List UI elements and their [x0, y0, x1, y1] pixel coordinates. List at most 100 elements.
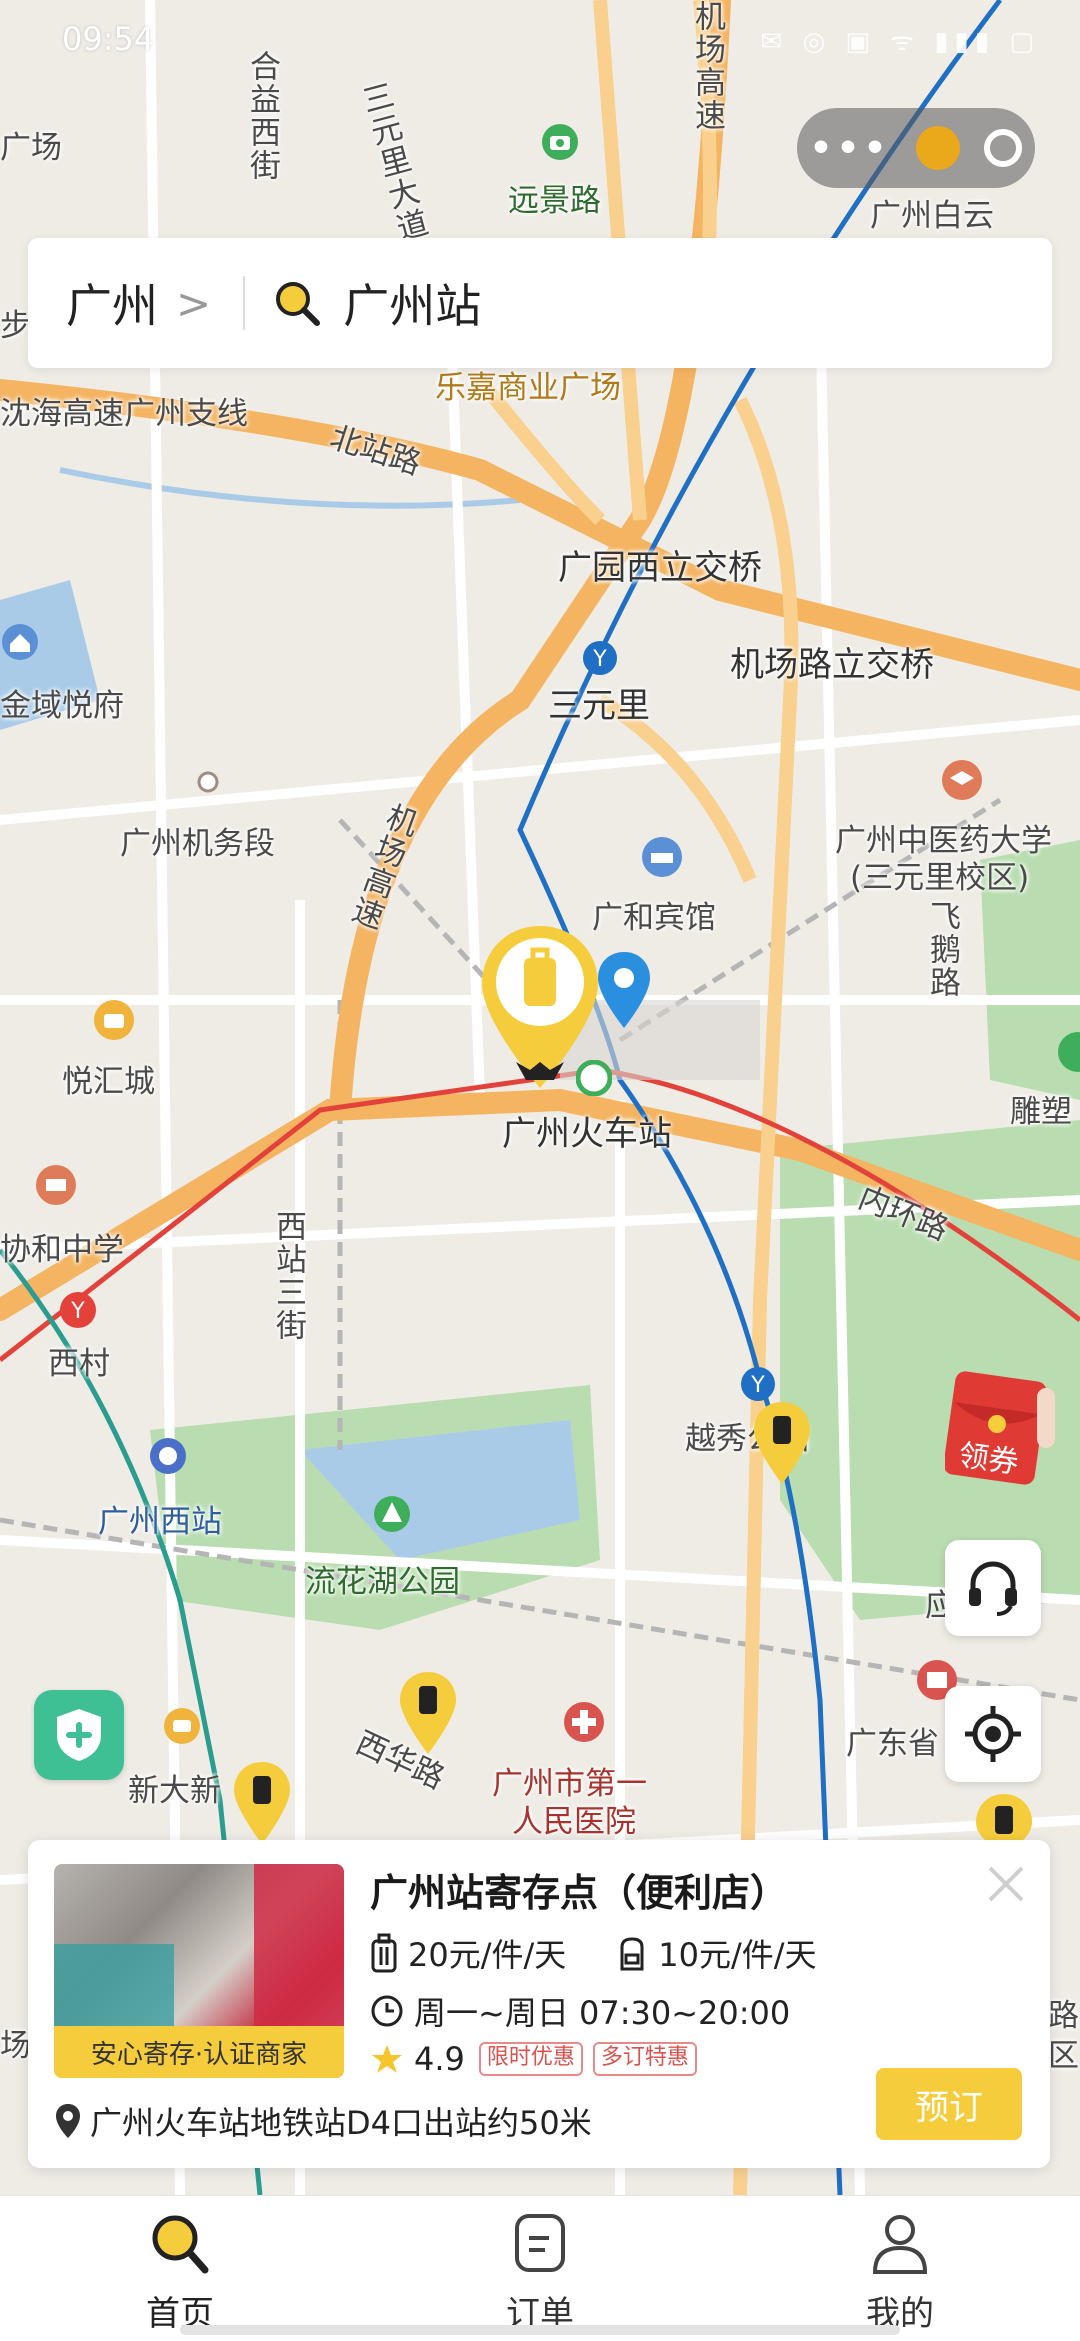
map-label: (三元里校区): [850, 860, 1030, 896]
map-label: 广州西站: [98, 1504, 222, 1540]
map-label: 人民医院: [512, 1804, 636, 1840]
svg-text:Y: Y: [70, 1299, 85, 1324]
map-label: 路: [1048, 1998, 1079, 2034]
map-label: 雕塑: [1010, 1094, 1072, 1130]
rating-row: 4.9 限时优惠 多订特惠: [370, 2040, 697, 2078]
map-label: 流花湖公园: [305, 1564, 460, 1600]
coupon-button[interactable]: 领券: [943, 1368, 1055, 1486]
hotel-poi-icon: [642, 837, 682, 877]
map-label: 广州白云: [870, 198, 994, 234]
rating-value: 4.9: [414, 2040, 465, 2078]
map-label: 西站三街: [270, 1210, 306, 1342]
location-pin-icon: [598, 952, 650, 1028]
mall-poi-icon: [94, 1000, 134, 1040]
book-button[interactable]: 预订: [876, 2068, 1022, 2140]
business-hours: 周一~周日 07:30~20:00: [414, 1994, 791, 2032]
luggage-marker-icon[interactable]: [398, 1670, 458, 1756]
metro-station-icon: Y: [583, 641, 617, 675]
coupon-label: 领券: [956, 1437, 1021, 1481]
map-label: 步: [0, 308, 31, 344]
store-card[interactable]: 安心寄存·认证商家 广州站寄存点（便利店） 20元/件/天 10元/件/天 周一…: [28, 1840, 1050, 2168]
map-label: 新大新: [128, 1773, 221, 1809]
hours-row: 周一~周日 07:30~20:00: [370, 1988, 790, 2034]
map-label: 三元里: [548, 686, 650, 726]
map-label: 广州机务段: [120, 826, 275, 862]
map-label: 广和宾馆: [592, 900, 716, 936]
hospital-poi-icon: [564, 1702, 604, 1742]
locate-me-button[interactable]: [945, 1686, 1041, 1782]
school-poi-icon: [942, 760, 982, 800]
selected-luggage-marker-icon[interactable]: [478, 922, 602, 1092]
svg-text:Y: Y: [750, 1373, 765, 1398]
tab-profile[interactable]: 我的: [810, 2210, 990, 2335]
suitcase-icon: [371, 1933, 397, 1973]
tab-orders[interactable]: 订单: [450, 2210, 630, 2335]
map-label: 沈海高速广州支线: [0, 396, 248, 432]
user-icon: [872, 2215, 928, 2274]
clock-icon: [371, 1995, 403, 2027]
school-poi-icon: [36, 1165, 76, 1205]
camera-poi-icon: [542, 124, 578, 160]
tab-home[interactable]: 首页: [90, 2210, 270, 2335]
store-name[interactable]: 广州站寄存点（便利店）: [370, 1862, 788, 1917]
avatar[interactable]: [915, 126, 960, 170]
city-selector[interactable]: 广州: [66, 270, 158, 336]
bag-price: 10元/件/天: [658, 1936, 817, 1974]
status-time: 09:54: [62, 20, 155, 58]
dot-poi-icon: [197, 771, 219, 793]
divider: [243, 276, 246, 330]
status-bar: 09:54 ✉ ◎ ▣ ᯤ ▮▮▮ ▢: [0, 0, 1080, 80]
status-icons: ✉ ◎ ▣ ᯤ ▮▮▮ ▢: [760, 27, 1040, 57]
promo-tag: 多订特惠: [592, 2042, 697, 2076]
map-label: 广州火车站: [502, 1114, 672, 1154]
metro-station-icon: Y: [741, 1367, 775, 1401]
map-label: 广园西立交桥: [558, 548, 762, 588]
map-label: 金域悦府: [0, 688, 124, 724]
search-icon: [152, 2215, 209, 2274]
map-label: 西村: [48, 1346, 110, 1382]
close-icon[interactable]: [984, 1862, 1028, 1906]
close-miniprogram-icon[interactable]: [984, 129, 1023, 167]
map-label: 区: [1048, 2038, 1079, 2074]
price-row: 20元/件/天 10元/件/天: [370, 1930, 817, 1976]
search-input[interactable]: 广州站: [343, 270, 481, 336]
park-poi-icon: [374, 1496, 410, 1532]
map-label: 协和中学: [0, 1232, 124, 1268]
park-poi-icon: [1058, 1032, 1080, 1072]
miniprogram-capsule: •••: [797, 108, 1035, 188]
more-menu-button[interactable]: •••: [809, 128, 890, 169]
certified-badge: 安心寄存·认证商家: [54, 2026, 344, 2078]
headset-icon: [969, 1561, 1017, 1616]
backpack-icon: [620, 1937, 644, 1971]
store-photo[interactable]: 安心寄存·认证商家: [54, 1864, 344, 2078]
search-bar: 广州 > 广州站: [28, 238, 1052, 368]
map-label: 机场路立交桥: [730, 645, 934, 685]
map-label: 悦汇城: [62, 1064, 155, 1100]
luggage-marker-icon[interactable]: [232, 1760, 292, 1846]
luggage-marker-icon[interactable]: [752, 1400, 812, 1486]
star-icon: [372, 2045, 402, 2073]
metro-station-icon: Y: [60, 1292, 96, 1328]
home-poi-icon: [2, 624, 38, 660]
address-row: 广州火车站地铁站D4口出站约50米: [54, 2098, 592, 2144]
promo-tag: 限时优惠: [478, 2042, 583, 2076]
map-label: 远景路: [508, 183, 601, 219]
map-label: 乐嘉商业广场: [435, 370, 621, 406]
map-label: 广场: [0, 130, 62, 166]
map-label: 飞鹅路: [924, 900, 960, 999]
home-indicator: [180, 2325, 900, 2335]
shield-icon: [57, 1709, 101, 1761]
train-station-icon: [150, 1438, 186, 1474]
map-label: 广东省: [846, 1726, 939, 1762]
mall-poi-icon: [164, 1708, 200, 1744]
tab-bar: 首页 订单 我的: [0, 2195, 1080, 2341]
chevron-right-icon[interactable]: >: [176, 279, 211, 328]
location-pin-icon: [56, 2104, 80, 2138]
svg-text:Y: Y: [592, 647, 607, 672]
luggage-price: 20元/件/天: [408, 1936, 567, 1974]
store-address: 广州火车站地铁站D4口出站约50米: [90, 2104, 592, 2142]
safety-button[interactable]: [34, 1690, 124, 1780]
search-icon[interactable]: [271, 277, 323, 329]
customer-service-button[interactable]: [945, 1540, 1041, 1636]
map-label: 场: [0, 2028, 31, 2064]
